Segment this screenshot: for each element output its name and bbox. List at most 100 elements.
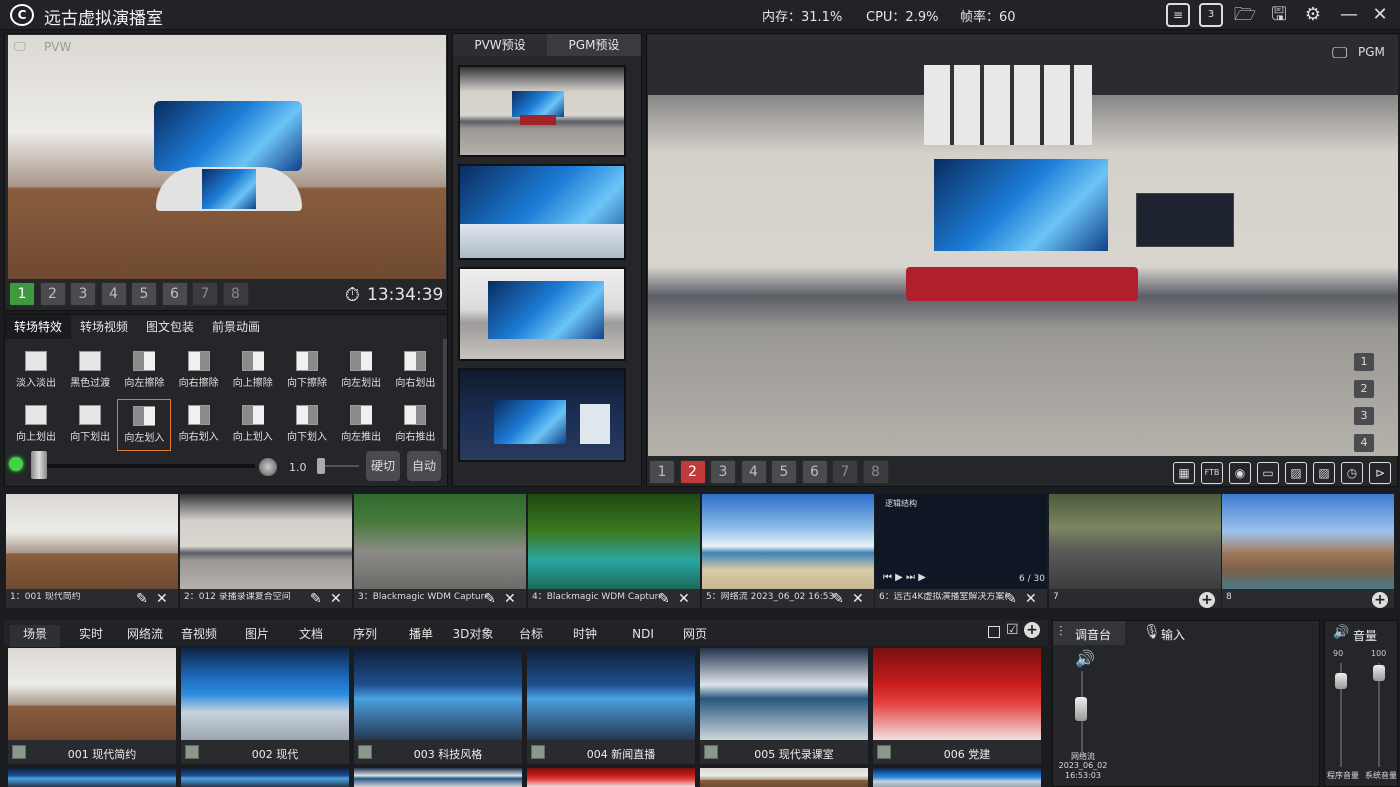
source-item[interactable]: 1：001 现代简约 ✎ ✕: [6, 494, 178, 608]
tab-library[interactable]: 序列: [340, 625, 390, 647]
effect-item[interactable]: 向下划入: [280, 399, 334, 451]
pvw-cam-button[interactable]: 5: [131, 282, 157, 306]
tab-effect[interactable]: 转场特效: [5, 315, 71, 339]
pvw-preview[interactable]: 🖵 PVW: [8, 35, 446, 279]
source-item[interactable]: 逻辑结构 6 / 30 ⏮ ▶ ⏭ ▶ 6：远古4K虚拟演播室解决方案(2021040…: [875, 494, 1047, 608]
pvw-cam-button[interactable]: 4: [100, 282, 127, 306]
auto-button[interactable]: 自动: [407, 451, 441, 481]
effect-item[interactable]: 向左划入: [117, 399, 172, 451]
close-icon[interactable]: ✕: [1368, 2, 1392, 28]
folder-icon[interactable]: 🗁: [1233, 2, 1257, 28]
scene-item[interactable]: 003 科技风格: [354, 648, 522, 764]
pvw-cam-button[interactable]: 6: [161, 282, 188, 306]
pgm-cam-button[interactable]: 5: [771, 460, 797, 484]
tbar-track[interactable]: [47, 464, 255, 468]
pgm-cam-button[interactable]: 3: [710, 460, 736, 484]
scene-item[interactable]: 001 现代简约: [8, 648, 176, 764]
select-all-icon[interactable]: ☑: [1006, 622, 1019, 638]
scene-item[interactable]: 005 现代录课室: [700, 648, 868, 764]
tab-library[interactable]: 文档: [286, 625, 336, 647]
tab-library[interactable]: 实时: [66, 625, 116, 647]
speed-slider-track[interactable]: [325, 465, 359, 467]
tab-library[interactable]: 图片: [232, 625, 282, 647]
scene-checkbox[interactable]: [877, 745, 891, 759]
tab-input[interactable]: 输入: [1161, 626, 1185, 643]
effect-item[interactable]: 向上划入: [226, 399, 280, 451]
edit-icon[interactable]: ✎: [310, 591, 322, 607]
edit-icon[interactable]: ✎: [484, 591, 496, 607]
source-thumb[interactable]: [702, 494, 874, 589]
source-thumb[interactable]: [1222, 494, 1394, 589]
pvw-cam-button[interactable]: 2: [39, 282, 66, 306]
source-item[interactable]: 8 +: [1222, 494, 1394, 608]
scene-thumb-next-row[interactable]: [181, 768, 349, 787]
effect-item[interactable]: 向下划出: [63, 399, 117, 451]
scene-checkbox[interactable]: [185, 745, 199, 759]
effect-item[interactable]: 向左擦除: [117, 345, 171, 397]
preset-thumb[interactable]: [458, 65, 626, 157]
pgm-layer-button[interactable]: 3: [1354, 407, 1374, 425]
speed-slider-handle[interactable]: [317, 458, 325, 474]
playback-controls-icon[interactable]: ⏮ ▶ ⏭ ▶: [883, 572, 926, 583]
scene-checkbox[interactable]: [704, 745, 718, 759]
scene-thumb-next-row[interactable]: [354, 768, 522, 787]
scene-thumb[interactable]: [700, 648, 868, 740]
source-item[interactable]: 5：网络流 2023_06_02 16:53:03✎ ✕: [702, 494, 874, 608]
pgm-cam-button[interactable]: 4: [740, 460, 767, 484]
save-icon[interactable]: 🖫: [1267, 2, 1291, 28]
layer-menu-icon[interactable]: ⋮: [1380, 409, 1391, 422]
tab-library[interactable]: 3D对象: [448, 625, 498, 647]
tab-library[interactable]: 网络流: [120, 625, 170, 647]
clock-icon[interactable]: ◷: [1341, 462, 1363, 484]
tab-library[interactable]: 播单: [396, 625, 446, 647]
monitor-3-icon[interactable]: 3: [1199, 3, 1223, 27]
scene-thumb-next-row[interactable]: [8, 768, 176, 787]
pvw-cam-button[interactable]: 8: [222, 282, 249, 306]
pgm-cam-button[interactable]: 8: [862, 460, 889, 484]
image-icon[interactable]: ▨: [1285, 462, 1307, 484]
pvw-cam-button[interactable]: 7: [192, 282, 218, 306]
layer-menu-icon[interactable]: ⋮: [1380, 355, 1391, 368]
image2-icon[interactable]: ▨: [1313, 462, 1335, 484]
source-thumb[interactable]: [1049, 494, 1221, 589]
effects-scrollbar[interactable]: [443, 339, 447, 449]
pgm-cam-button[interactable]: 2: [679, 460, 706, 484]
scene-checkbox[interactable]: [358, 745, 372, 759]
tab-pvw-preset[interactable]: PVW预设: [453, 34, 547, 56]
ftb-icon[interactable]: FTB: [1201, 462, 1223, 484]
scene-thumb[interactable]: [354, 648, 522, 740]
source-item[interactable]: 2：012 录播录课复合空间 ✎ ✕: [180, 494, 352, 608]
preset-thumb[interactable]: [458, 368, 626, 462]
record-icon[interactable]: ◉: [1229, 462, 1251, 484]
scene-item[interactable]: 006 党建: [873, 648, 1041, 764]
select-none-icon[interactable]: [988, 626, 1000, 638]
effect-item[interactable]: 向右划出: [388, 345, 442, 397]
edit-icon[interactable]: ✎: [136, 591, 148, 607]
program-volume-handle[interactable]: [1335, 673, 1347, 689]
add-icon[interactable]: +: [1024, 622, 1040, 638]
add-source-icon[interactable]: +: [1372, 592, 1388, 608]
list-icon[interactable]: ≡: [1166, 3, 1190, 27]
scene-thumb[interactable]: [527, 648, 695, 740]
effect-item[interactable]: 向上划出: [9, 399, 63, 451]
source-item[interactable]: 3：Blackmagic WDM Capture ✎ ✕: [354, 494, 526, 608]
effect-item[interactable]: 黑色过渡: [63, 345, 117, 397]
remove-icon[interactable]: ✕: [1025, 591, 1037, 607]
tab-library[interactable]: 音视频: [174, 625, 224, 647]
tab-library[interactable]: 时钟: [560, 625, 610, 647]
pgm-output[interactable]: 🖵 PGM 1 ⋮ 2 ⋮ 3 ⋮ 4 ⋮: [648, 35, 1398, 456]
pvw-cam-button[interactable]: 1: [9, 282, 35, 306]
source-thumb[interactable]: [354, 494, 526, 589]
pgm-cam-button[interactable]: 6: [801, 460, 828, 484]
tab-library[interactable]: 台标: [506, 625, 556, 647]
gear-icon[interactable]: ⚙: [1301, 2, 1325, 28]
tab-pgm-preset[interactable]: PGM预设: [547, 34, 641, 56]
cut-button[interactable]: 硬切: [366, 451, 400, 481]
minimize-icon[interactable]: —: [1337, 2, 1361, 28]
effect-item[interactable]: 向左划出: [334, 345, 388, 397]
edit-icon[interactable]: ✎: [658, 591, 670, 607]
tab-library[interactable]: NDI: [618, 625, 668, 647]
tab-effect[interactable]: 图文包装: [137, 315, 203, 339]
add-source-icon[interactable]: +: [1199, 592, 1215, 608]
source-item[interactable]: 7 +: [1049, 494, 1221, 608]
